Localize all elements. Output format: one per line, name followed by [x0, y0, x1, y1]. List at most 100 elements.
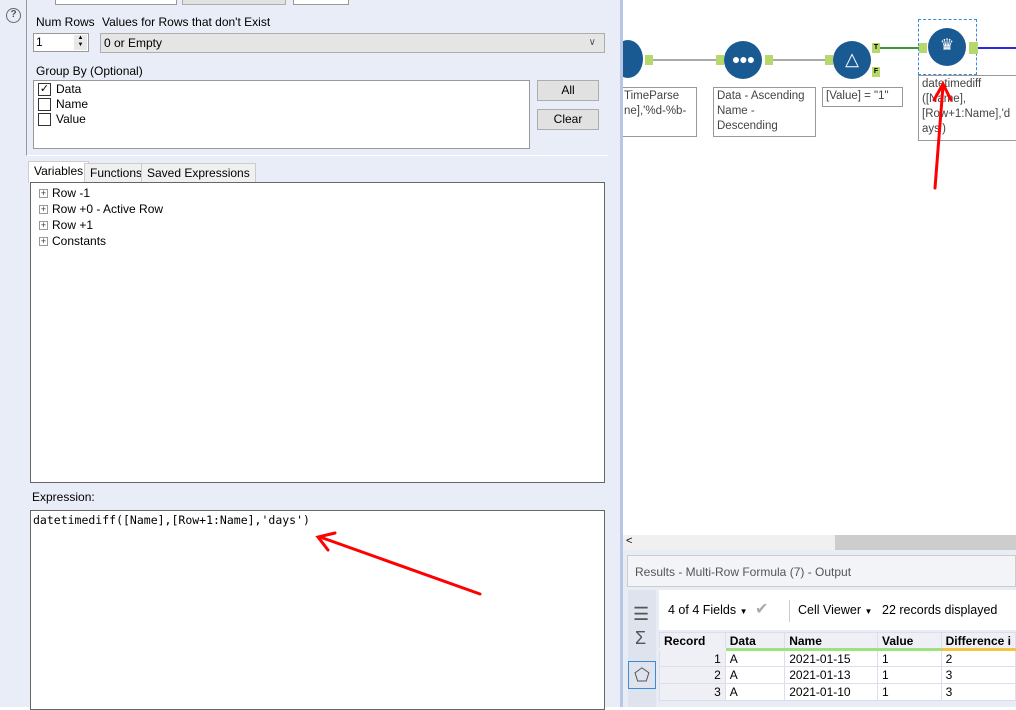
checkmark-icon[interactable]: ✔ [755, 590, 768, 630]
tree-label: Row +1 [52, 218, 94, 232]
false-anchor[interactable]: F [872, 67, 880, 77]
table-header-row: Record Data Name Value Difference i [659, 632, 1016, 651]
output-anchor[interactable] [645, 55, 653, 65]
table-row[interactable]: 1 A 2021-01-15 1 2 [659, 649, 1016, 667]
checkbox-checked-icon[interactable]: ✓ [38, 83, 51, 97]
stepper-arrows-icon[interactable]: ▲ ▼ [74, 35, 87, 50]
tree-item-row-minus-1[interactable]: + Row -1 [31, 185, 604, 201]
num-rows-stepper[interactable]: 1 ▲ ▼ [33, 33, 89, 52]
cell-viewer-dropdown[interactable]: Cell Viewer ▼ [798, 590, 872, 632]
table-cell[interactable]: 3 [659, 683, 726, 701]
records-count: 22 records displayed [882, 603, 998, 617]
table-cell[interactable]: A [724, 666, 786, 684]
table-cell[interactable]: 2 [940, 649, 1016, 667]
horizontal-scrollbar[interactable]: < [623, 535, 1016, 550]
top-button[interactable] [182, 0, 286, 5]
expand-icon[interactable]: + [39, 204, 48, 214]
sort-tool-icon[interactable]: ●●● [724, 41, 762, 79]
tree-label: Row +0 - Active Row [52, 202, 164, 216]
checkbox-icon[interactable] [38, 113, 51, 127]
multi-row-formula-icon[interactable]: ♛ [928, 28, 966, 66]
table-cell[interactable]: 1 [876, 649, 942, 667]
table-cell[interactable]: 1 [876, 666, 942, 684]
output-anchor[interactable] [969, 42, 978, 54]
true-anchor[interactable]: T [872, 43, 880, 53]
top-field-2[interactable] [293, 0, 349, 5]
field-name: Data [56, 82, 82, 96]
tab-functions[interactable]: Functions [84, 163, 149, 182]
column-header-data[interactable]: Data [724, 632, 786, 651]
top-field-1[interactable] [55, 0, 177, 5]
tree-item-row-plus-1[interactable]: + Row +1 [31, 217, 604, 233]
table-cell[interactable]: 2021-01-10 [784, 683, 878, 701]
results-side-toolbar: ☰ Σ ⬠ [628, 590, 656, 707]
group-by-item-value[interactable]: Value [34, 112, 529, 127]
column-header-difference[interactable]: Difference i [940, 632, 1016, 651]
scroll-thumb[interactable] [835, 535, 1016, 550]
table-cell[interactable]: 2021-01-13 [784, 666, 878, 684]
input-anchor[interactable] [825, 55, 833, 65]
expression-label: Expression: [32, 490, 95, 504]
workflow-canvas[interactable]: TimeParse ne],'%d-%b- ●●● Data - Ascendi… [623, 0, 1016, 535]
table-cell[interactable]: 1 [659, 649, 726, 667]
field-name: Name [56, 97, 89, 111]
node-label-filter: [Value] = "1" [822, 87, 903, 107]
tree-label: Constants [52, 234, 107, 248]
table-cell[interactable]: 2 [659, 666, 726, 684]
num-rows-label: Num Rows [36, 15, 95, 29]
field-name: Value [56, 112, 86, 126]
table-cell[interactable]: 3 [940, 666, 1016, 684]
table-cell[interactable]: 2021-01-15 [784, 649, 878, 667]
num-rows-value: 1 [36, 35, 43, 49]
tree-item-row-0[interactable]: + Row +0 - Active Row [31, 201, 604, 217]
help-icon[interactable]: ? [6, 8, 21, 23]
missing-rows-dropdown[interactable]: 0 or Empty ∨ [100, 33, 605, 53]
missing-rows-label: Values for Rows that don't Exist [102, 15, 271, 29]
column-header-record[interactable]: Record [659, 632, 726, 651]
node-label-datetime: TimeParse ne],'%d-%b- [623, 87, 697, 137]
tag-icon[interactable]: ⬠ [628, 661, 656, 689]
output-anchor[interactable] [765, 55, 773, 65]
table-row[interactable]: 2 A 2021-01-13 1 3 [659, 666, 1016, 684]
table-view-icon[interactable]: ☰ [633, 604, 649, 625]
missing-rows-value: 0 or Empty [104, 36, 163, 50]
filter-tool-icon[interactable]: △ [833, 41, 871, 79]
fields-dropdown[interactable]: 4 of 4 Fields ▼ [668, 590, 748, 632]
node-label-multi-row: datetimediff ([Name], [Row+1:Name],'d ay… [918, 75, 1016, 141]
group-by-list: ✓ Data Name Value [33, 80, 530, 149]
divider [789, 600, 790, 622]
all-button[interactable]: All [537, 80, 599, 101]
sum-icon[interactable]: Σ [635, 628, 646, 649]
checkbox-icon[interactable] [38, 98, 51, 112]
expand-icon[interactable]: + [39, 188, 48, 198]
table-cell[interactable]: A [724, 683, 786, 701]
table-cell[interactable]: 3 [940, 683, 1016, 701]
expression-editor[interactable]: datetimediff([Name],[Row+1:Name],'days') [30, 510, 605, 710]
table-cell[interactable]: A [724, 649, 786, 667]
column-header-name[interactable]: Name [784, 632, 878, 651]
variables-tree: + Row -1 + Row +0 - Active Row + Row +1 + Co… [30, 182, 605, 483]
results-panel: Results - Multi-Row Formula (7) - Output… [623, 550, 1016, 707]
group-by-item-name[interactable]: Name [34, 97, 529, 112]
caret-down-icon: ▼ [739, 607, 748, 616]
scroll-left-icon[interactable]: < [626, 535, 632, 547]
caret-down-icon: ▼ [864, 607, 873, 616]
input-anchor[interactable] [716, 55, 724, 65]
input-anchor[interactable] [919, 43, 927, 53]
expand-icon[interactable]: + [39, 236, 48, 246]
clear-button[interactable]: Clear [537, 109, 599, 130]
column-header-value[interactable]: Value [876, 632, 942, 651]
tab-saved-expressions[interactable]: Saved Expressions [141, 163, 256, 182]
table-cell[interactable]: 1 [876, 683, 942, 701]
viewer-label: Cell Viewer [798, 603, 861, 617]
tree-item-constants[interactable]: + Constants [31, 233, 604, 249]
expand-icon[interactable]: + [39, 220, 48, 230]
fields-label: 4 of 4 Fields [668, 603, 737, 617]
results-toolbar: 4 of 4 Fields ▼ ✔ Cell Viewer ▼ 22 recor… [659, 590, 1016, 630]
group-by-item-data[interactable]: ✓ Data [34, 82, 529, 97]
tab-variables[interactable]: Variables [28, 161, 90, 183]
chevron-down-icon: ∨ [588, 37, 596, 48]
tree-label: Row -1 [52, 186, 91, 200]
results-title: Results - Multi-Row Formula (7) - Output [627, 555, 1016, 587]
table-row[interactable]: 3 A 2021-01-10 1 3 [659, 683, 1016, 701]
